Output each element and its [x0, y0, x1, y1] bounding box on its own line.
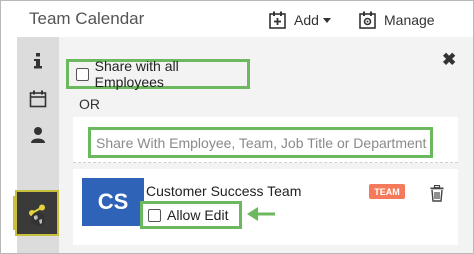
sidebar-item-globe[interactable]: [17, 201, 59, 237]
team-badge: TEAM: [369, 184, 405, 199]
info-icon: [34, 53, 42, 69]
team-name: Customer Success Team: [146, 183, 302, 199]
trash-icon[interactable]: [430, 184, 444, 207]
share-all-label: Share with all Employees: [94, 58, 179, 90]
add-calendar-icon: [269, 11, 286, 29]
allow-edit-checkbox[interactable]: [148, 208, 161, 222]
calendar-icon: [29, 90, 47, 108]
or-separator: OR: [79, 96, 100, 112]
allow-edit-option[interactable]: Allow Edit: [140, 201, 242, 229]
add-label: Add: [294, 12, 319, 28]
share-all-checkbox[interactable]: [76, 67, 89, 81]
sidebar-item-user[interactable]: [17, 117, 59, 153]
allow-edit-label: Allow Edit: [167, 207, 229, 223]
manage-calendar-icon: [359, 11, 376, 29]
share-all-employees-option[interactable]: Share with all Employees: [66, 58, 250, 90]
sidebar: [13, 37, 59, 253]
avatar: CS: [82, 178, 144, 226]
user-icon: [31, 127, 45, 143]
manage-button[interactable]: Manage: [358, 10, 435, 30]
globe-icon: [31, 212, 45, 226]
sidebar-item-info[interactable]: [17, 43, 59, 79]
share-search-input[interactable]: [88, 127, 433, 158]
arrow-left-icon: [247, 207, 275, 221]
sidebar-item-calendar[interactable]: [17, 81, 59, 117]
manage-label: Manage: [384, 12, 435, 28]
chevron-down-icon: [322, 17, 331, 23]
header: Team Calendar Add Manage: [1, 1, 473, 37]
page-title: Team Calendar: [29, 9, 145, 28]
add-button[interactable]: Add: [268, 10, 331, 30]
close-icon[interactable]: ✖: [442, 50, 456, 70]
